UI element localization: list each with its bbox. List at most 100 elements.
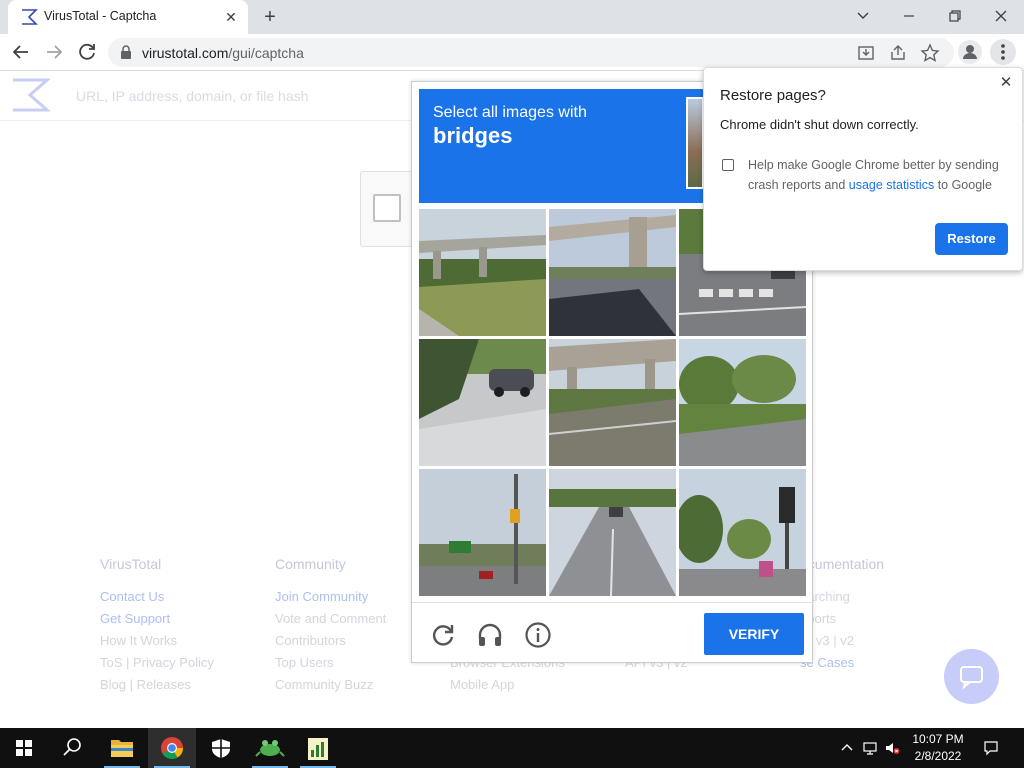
tab-title: VirusTotal - Captcha: [44, 9, 157, 23]
restore-pages-dialog: Restore pages? ✕ Chrome didn't shut down…: [703, 67, 1023, 271]
challenge-tile[interactable]: [679, 339, 806, 466]
reload-icon[interactable]: [75, 40, 99, 64]
vt-search-input[interactable]: URL, IP address, domain, or file hash: [76, 88, 308, 104]
footer-link[interactable]: [625, 674, 688, 696]
challenge-tile[interactable]: [549, 469, 676, 596]
notification-center-icon[interactable]: [983, 740, 999, 756]
taskbar-frog-app[interactable]: [246, 728, 294, 768]
footer-link[interactable]: Community Buzz: [275, 674, 386, 696]
install-app-icon[interactable]: [856, 43, 876, 63]
tab-strip: VirusTotal - Captcha ✕ +: [0, 0, 1024, 34]
chrome-icon: [161, 737, 183, 759]
crash-report-text-end: to Google: [934, 178, 992, 192]
footer-link[interactable]: Get Support: [100, 608, 214, 630]
footer-link[interactable]: Vote and Comment: [275, 608, 386, 630]
profile-button[interactable]: [958, 40, 982, 64]
close-icon: [995, 10, 1007, 22]
challenge-keyword: bridges: [433, 123, 513, 148]
footer-link[interactable]: [800, 674, 884, 696]
browser-toolbar: virustotal.com/gui/captcha: [0, 34, 1024, 71]
chat-icon: [960, 666, 983, 690]
footer-link[interactable]: Join Community: [275, 586, 386, 608]
taskbar-clock[interactable]: 10:07 PM 2/8/2022: [906, 731, 970, 765]
challenge-footer: VERIFY: [412, 602, 814, 664]
tab-virustotal[interactable]: VirusTotal - Captcha ✕: [8, 0, 248, 34]
volume-muted-icon[interactable]: [884, 740, 900, 756]
tab-search-button[interactable]: [840, 3, 886, 29]
lock-icon[interactable]: [120, 45, 132, 59]
restore-body: Chrome didn't shut down correctly.: [720, 117, 919, 132]
footer-link[interactable]: Blog | Releases: [100, 674, 214, 696]
challenge-tile[interactable]: [419, 209, 546, 336]
restore-button[interactable]: Restore: [935, 223, 1008, 255]
footer-link[interactable]: Top Users: [275, 652, 386, 674]
footer-column: Community Join Community Vote and Comment C…: [275, 556, 386, 696]
challenge-tile[interactable]: [419, 339, 546, 466]
search-icon: [63, 738, 81, 756]
challenge-tile[interactable]: [419, 469, 546, 596]
url-host: virustotal.com: [142, 45, 229, 61]
restore-window-button[interactable]: [932, 3, 978, 29]
profile-avatar-icon: [963, 45, 977, 59]
chevron-down-icon: [857, 12, 869, 19]
challenge-sample-image: [686, 97, 704, 189]
recaptcha-anchor: [360, 171, 416, 247]
verify-button[interactable]: VERIFY: [704, 613, 804, 655]
footer-link[interactable]: Contact Us: [100, 586, 214, 608]
clock-time: 10:07 PM: [912, 732, 964, 746]
file-explorer-icon: [111, 740, 133, 757]
share-icon[interactable]: [888, 43, 908, 63]
footer-heading: Community: [275, 556, 346, 572]
challenge-tile[interactable]: [549, 339, 676, 466]
challenge-instruction: Select all images with: [433, 104, 587, 121]
restore-title: Restore pages?: [720, 87, 826, 104]
challenge-tile[interactable]: [679, 469, 806, 596]
crash-report-label: Help make Google Chrome better by sendin…: [748, 155, 1008, 195]
taskbar-search-button[interactable]: [48, 728, 96, 768]
address-bar[interactable]: virustotal.com/gui/captcha: [108, 38, 954, 67]
url-text: virustotal.com/gui/captcha: [142, 45, 304, 61]
footer-column: VirusTotal Contact Us Get Support How It Wo…: [100, 556, 214, 696]
url-path: /gui/captcha: [228, 45, 304, 61]
network-icon[interactable]: [862, 740, 878, 756]
audio-challenge-icon[interactable]: [476, 621, 504, 649]
frog-app-icon: [255, 740, 285, 757]
shield-app-icon: [212, 739, 230, 758]
forward-icon[interactable]: [42, 40, 66, 64]
close-icon[interactable]: ✕: [998, 75, 1014, 91]
virustotal-favicon-icon: [22, 9, 38, 25]
chat-button[interactable]: [944, 649, 999, 704]
challenge-tile[interactable]: [549, 209, 676, 336]
chrome-menu-button[interactable]: [990, 39, 1016, 65]
kebab-menu-icon: [1001, 44, 1005, 60]
new-tab-button[interactable]: +: [258, 5, 282, 29]
start-button[interactable]: [0, 728, 48, 768]
crash-report-checkbox[interactable]: [722, 159, 734, 171]
start-icon: [16, 740, 32, 756]
taskbar-file-explorer[interactable]: [98, 728, 146, 768]
minimize-button[interactable]: [886, 3, 932, 29]
chart-app-icon: [308, 738, 328, 760]
usage-statistics-link[interactable]: usage statistics: [849, 178, 934, 192]
taskbar-chart-app[interactable]: [294, 728, 342, 768]
recaptcha-checkbox[interactable]: [373, 194, 401, 222]
reload-challenge-icon[interactable]: [429, 621, 457, 649]
footer-link[interactable]: Mobile App: [450, 674, 565, 696]
bookmark-star-icon[interactable]: [920, 43, 940, 63]
clock-date: 2/8/2022: [914, 749, 962, 763]
windows-taskbar: 10:07 PM 2/8/2022: [0, 728, 1024, 768]
taskbar-chrome[interactable]: [148, 728, 196, 768]
tab-close-icon[interactable]: ✕: [222, 8, 240, 26]
restore-icon: [949, 10, 961, 22]
footer-link[interactable]: Contributors: [275, 630, 386, 652]
chevron-up-icon[interactable]: [839, 740, 855, 756]
minimize-icon: [904, 15, 914, 17]
virustotal-logo-icon[interactable]: [10, 77, 50, 113]
footer-link[interactable]: ToS | Privacy Policy: [100, 652, 214, 674]
footer-heading: VirusTotal: [100, 556, 162, 572]
info-icon[interactable]: [524, 621, 552, 649]
close-window-button[interactable]: [978, 3, 1024, 29]
taskbar-security-app[interactable]: [197, 728, 245, 768]
back-icon[interactable]: [9, 40, 33, 64]
footer-link[interactable]: How It Works: [100, 630, 214, 652]
